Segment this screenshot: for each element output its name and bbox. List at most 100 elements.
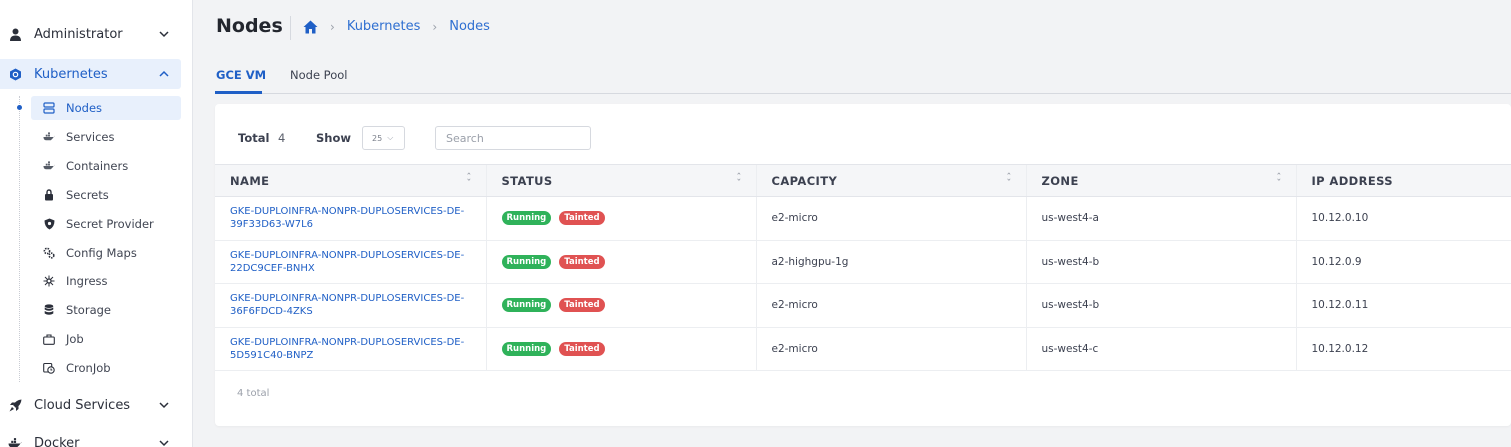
total-count: 4 <box>278 131 286 145</box>
status-badge-running: Running <box>501 341 552 356</box>
sidebar-item-label: Services <box>66 130 115 144</box>
sidebar-item-label: CronJob <box>66 361 111 375</box>
cell-zone: us-west4-b <box>1025 283 1296 328</box>
nav-group-administrator[interactable]: Administrator <box>0 19 193 49</box>
chevron-down-icon <box>159 402 169 409</box>
sidebar-item-job[interactable]: Job <box>31 327 181 351</box>
column-label: IP ADDRESS <box>1311 173 1393 188</box>
sidebar-item-label: Storage <box>66 303 111 317</box>
docker-icon <box>43 131 55 143</box>
network-icon <box>43 275 55 287</box>
cell-ip-address: 10.12.0.10 <box>1295 196 1511 241</box>
sidebar-item-ingress[interactable]: Ingress <box>31 269 181 293</box>
breadcrumb-nodes[interactable]: Nodes <box>449 19 490 34</box>
nav-group-label: Cloud Services <box>34 397 131 413</box>
column-header-ip-address[interactable]: IP ADDRESS <box>1295 164 1511 197</box>
cell-status: Running Tainted <box>485 196 756 241</box>
column-header-zone[interactable]: ZONE ˆ ˇ <box>1025 164 1296 197</box>
tab-node-pool[interactable]: Node Pool <box>290 68 347 82</box>
nodes-table: NAME ˆ ˇ STATUS ˆ ˇ CAPACITY ˆ ˇ ZONE ˆ ˇ IP ADD… <box>215 164 1511 371</box>
cell-zone: us-west4-a <box>1025 196 1296 241</box>
sidebar-item-label: Containers <box>66 159 129 173</box>
sidebar-item-services[interactable]: Services <box>31 125 181 149</box>
status-badge-tainted: Tainted <box>559 211 605 226</box>
docker-icon <box>43 160 55 172</box>
sidebar-item-nodes[interactable]: Nodes <box>31 96 181 120</box>
column-header-name[interactable]: NAME ˆ ˇ <box>215 164 486 197</box>
table-header-row: NAME ˆ ˇ STATUS ˆ ˇ CAPACITY ˆ ˇ ZONE ˆ ˇ IP ADD… <box>215 164 1511 197</box>
breadcrumb-kubernetes[interactable]: Kubernetes <box>347 19 421 34</box>
total-label: Total <box>238 131 270 145</box>
sort-icon[interactable]: ˆˇ <box>737 174 742 189</box>
column-label: NAME <box>230 173 270 188</box>
shield-icon <box>43 218 55 230</box>
sort-icon[interactable]: ˆˇ <box>467 174 472 189</box>
node-name-link[interactable]: GKE-DUPLOINFRA-NONPR-DUPLOSERVICES-DE-36… <box>230 292 480 318</box>
breadcrumb: › Kubernetes › Nodes <box>303 19 490 34</box>
table-row: GKE-DUPLOINFRA-NONPR-DUPLOSERVICES-DE-5D… <box>215 327 1511 371</box>
sidebar-item-containers[interactable]: Containers <box>31 154 181 178</box>
table-row: GKE-DUPLOINFRA-NONPR-DUPLOSERVICES-DE-39… <box>215 196 1511 241</box>
docker-icon <box>8 436 22 447</box>
gears-icon <box>43 247 55 259</box>
sidebar-item-secrets[interactable]: Secrets <box>31 183 181 207</box>
column-label: CAPACITY <box>771 173 838 188</box>
cell-capacity: e2-micro <box>755 327 1026 371</box>
search-input[interactable] <box>435 126 591 150</box>
cell-status: Running Tainted <box>485 327 756 371</box>
briefcase-icon <box>43 333 55 345</box>
column-header-status[interactable]: STATUS ˆ ˇ <box>485 164 756 197</box>
show-label: Show <box>316 131 351 145</box>
sidebar-item-label: Secret Provider <box>66 217 154 231</box>
page-size-select[interactable]: 25 ⌵ <box>362 126 405 150</box>
cell-name: GKE-DUPLOINFRA-NONPR-DUPLOSERVICES-DE-39… <box>215 196 486 241</box>
chevron-down-icon <box>159 31 169 38</box>
subnav-guide-line <box>19 96 20 382</box>
tab-gce-vm[interactable]: GCE VM <box>216 68 266 82</box>
node-name-link[interactable]: GKE-DUPLOINFRA-NONPR-DUPLOSERVICES-DE-22… <box>230 249 480 275</box>
cell-zone: us-west4-c <box>1025 327 1296 371</box>
node-name-link[interactable]: GKE-DUPLOINFRA-NONPR-DUPLOSERVICES-DE-5D… <box>230 336 480 362</box>
nav-group-label: Kubernetes <box>34 66 108 82</box>
status-badge-running: Running <box>501 254 552 269</box>
sidebar-item-config-maps[interactable]: Config Maps <box>31 241 181 265</box>
table-row: GKE-DUPLOINFRA-NONPR-DUPLOSERVICES-DE-22… <box>215 240 1511 284</box>
column-header-capacity[interactable]: CAPACITY ˆ ˇ <box>755 164 1026 197</box>
chevron-right-icon: › <box>432 19 438 34</box>
node-name-link[interactable]: GKE-DUPLOINFRA-NONPR-DUPLOSERVICES-DE-39… <box>230 205 480 231</box>
status-badge-tainted: Tainted <box>559 341 605 356</box>
cell-ip-address: 10.12.0.11 <box>1295 283 1511 328</box>
sidebar-item-label: Nodes <box>66 101 103 115</box>
cell-ip-address: 10.12.0.9 <box>1295 240 1511 284</box>
rocket-icon <box>8 398 22 412</box>
sort-icon[interactable]: ˆˇ <box>1007 174 1012 189</box>
table-row: GKE-DUPLOINFRA-NONPR-DUPLOSERVICES-DE-36… <box>215 283 1511 328</box>
status-badge-running: Running <box>501 211 552 226</box>
page-title: Nodes <box>216 15 283 37</box>
sidebar-item-storage[interactable]: Storage <box>31 298 181 322</box>
active-tab-indicator <box>215 91 262 94</box>
nav-group-docker[interactable]: Docker <box>0 428 193 447</box>
cell-capacity: e2-micro <box>755 283 1026 328</box>
column-label: STATUS <box>501 173 553 188</box>
sidebar-item-label: Ingress <box>66 274 108 288</box>
status-badge-tainted: Tainted <box>559 298 605 313</box>
nav-group-label: Docker <box>34 435 80 447</box>
sidebar-item-label: Config Maps <box>66 246 137 260</box>
table-footer-total: 4 total <box>237 388 270 399</box>
chevron-down-icon <box>159 440 169 447</box>
cell-ip-address: 10.12.0.12 <box>1295 327 1511 371</box>
status-badge-tainted: Tainted <box>559 254 605 269</box>
title-divider <box>290 16 291 40</box>
sidebar-item-cronjob[interactable]: CronJob <box>31 356 181 380</box>
cell-name: GKE-DUPLOINFRA-NONPR-DUPLOSERVICES-DE-36… <box>215 283 486 328</box>
active-marker <box>17 105 22 110</box>
home-icon[interactable] <box>303 20 318 34</box>
sort-icon[interactable]: ˆˇ <box>1277 174 1282 189</box>
nodes-card: Total 4 Show 25 ⌵ NAME ˆˇ STATUS ˆˇ CAPACI… <box>215 104 1511 426</box>
nav-group-kubernetes[interactable]: Kubernetes <box>0 59 181 89</box>
cell-capacity: a2-highgpu-1g <box>755 240 1026 284</box>
column-label: ZONE <box>1041 173 1079 188</box>
sidebar-item-secret-provider[interactable]: Secret Provider <box>31 212 181 236</box>
nav-group-cloud-services[interactable]: Cloud Services <box>0 390 193 420</box>
